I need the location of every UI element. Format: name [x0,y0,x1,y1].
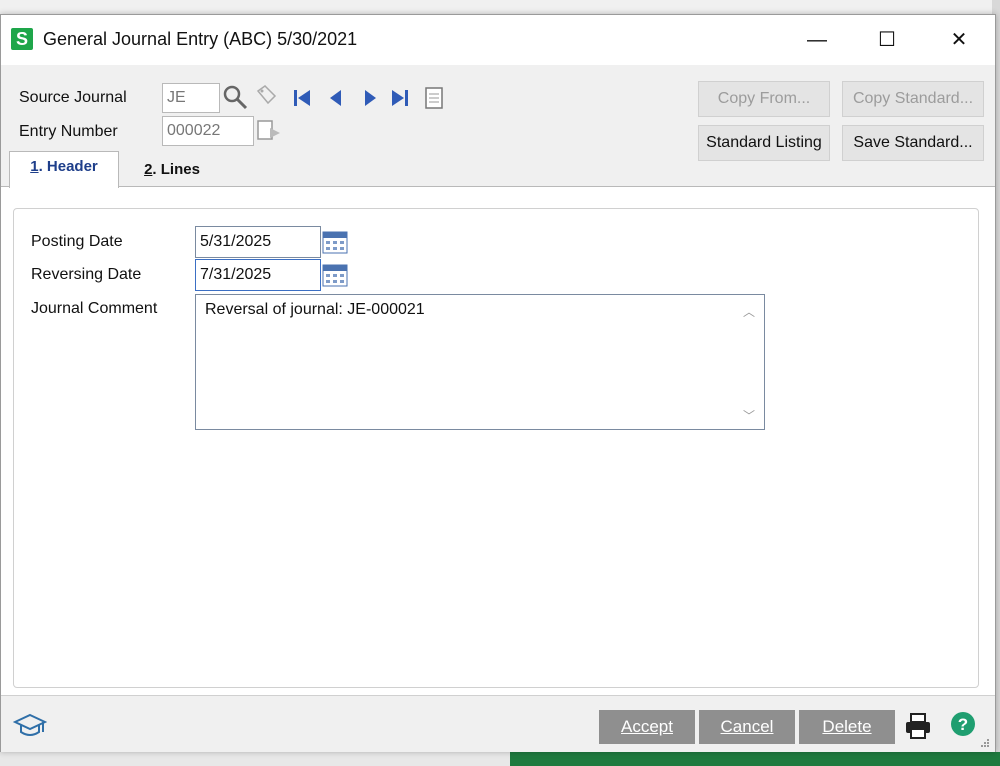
entry-number-field[interactable]: 000022 [162,116,254,146]
background-green-strip [510,752,1000,766]
reversing-date-label: Reversing Date [31,266,142,283]
save-standard-button[interactable]: Save Standard... [842,125,984,161]
list-view-icon[interactable] [423,86,445,115]
header-toolbar-area: Source Journal JE Entry Number 000022 Co… [1,65,995,188]
accept-label: Accept [621,717,673,736]
printer-icon[interactable] [903,712,933,745]
reversing-date-calendar-icon[interactable] [322,262,348,287]
help-icon[interactable]: ? [949,710,977,743]
source-journal-label: Source Journal [19,89,127,106]
accept-button[interactable]: Accept [599,710,695,744]
close-button[interactable]: ✕ [939,23,979,57]
last-record-icon[interactable] [389,87,411,114]
cancel-button[interactable]: Cancel [699,710,795,744]
bottom-action-bar: Accept Cancel Delete ? [1,695,995,752]
journal-comment-label: Journal Comment [31,300,158,317]
svg-text:?: ? [958,715,968,734]
resize-grip-icon[interactable] [979,736,991,754]
scroll-up-icon[interactable]: ︿ [742,303,756,319]
sage-app-icon: S [11,28,33,50]
memo-tag-icon[interactable] [253,83,279,114]
first-record-icon[interactable] [291,87,313,114]
header-panel: Posting Date Reversing Date Journal Comm… [13,208,979,688]
source-journal-field[interactable]: JE [162,83,220,113]
lookup-search-icon[interactable] [221,83,249,116]
background-taskbar-left [0,752,510,766]
delete-label: Delete [822,717,872,736]
entry-number-label: Entry Number [19,123,118,140]
journal-comment-textarea[interactable]: Reversal of journal: JE-000021 ︿ ﹀ [195,294,765,430]
maximize-button[interactable]: ☐ [867,23,907,57]
copy-from-button[interactable]: Copy From... [698,81,830,117]
previous-record-icon[interactable] [325,87,347,114]
next-record-icon[interactable] [359,87,381,114]
posting-date-label: Posting Date [31,233,123,250]
copy-standard-button[interactable]: Copy Standard... [842,81,984,117]
posting-date-calendar-icon[interactable] [322,229,348,254]
standard-listing-button[interactable]: Standard Listing [698,125,830,161]
training-cap-icon[interactable] [12,712,48,745]
tab-header-number: 1 [30,158,39,175]
journal-comment-text: Reversal of journal: JE-000021 [205,301,425,318]
scroll-down-icon[interactable]: ﹀ [742,407,756,423]
active-tab-gap [10,186,118,188]
minimize-button[interactable]: — [797,23,837,57]
next-entry-number-icon[interactable] [256,119,282,148]
delete-button[interactable]: Delete [799,710,895,744]
tab-header-label: . Header [38,158,98,175]
window-title: General Journal Entry (ABC) 5/30/2021 [43,29,358,49]
tab-divider [1,186,995,187]
title-bar: S General Journal Entry (ABC) 5/30/2021 … [1,15,995,65]
tab-lines-label: . Lines [152,161,200,178]
reversing-date-input[interactable]: 7/31/2025 [195,259,321,291]
tab-header[interactable]: 1. Header [9,151,119,188]
posting-date-input[interactable]: 5/31/2025 [195,226,321,258]
tab-lines[interactable]: 2. Lines [127,153,217,187]
general-journal-entry-window: S General Journal Entry (ABC) 5/30/2021 … [0,14,996,752]
cancel-label: Cancel [720,717,774,736]
